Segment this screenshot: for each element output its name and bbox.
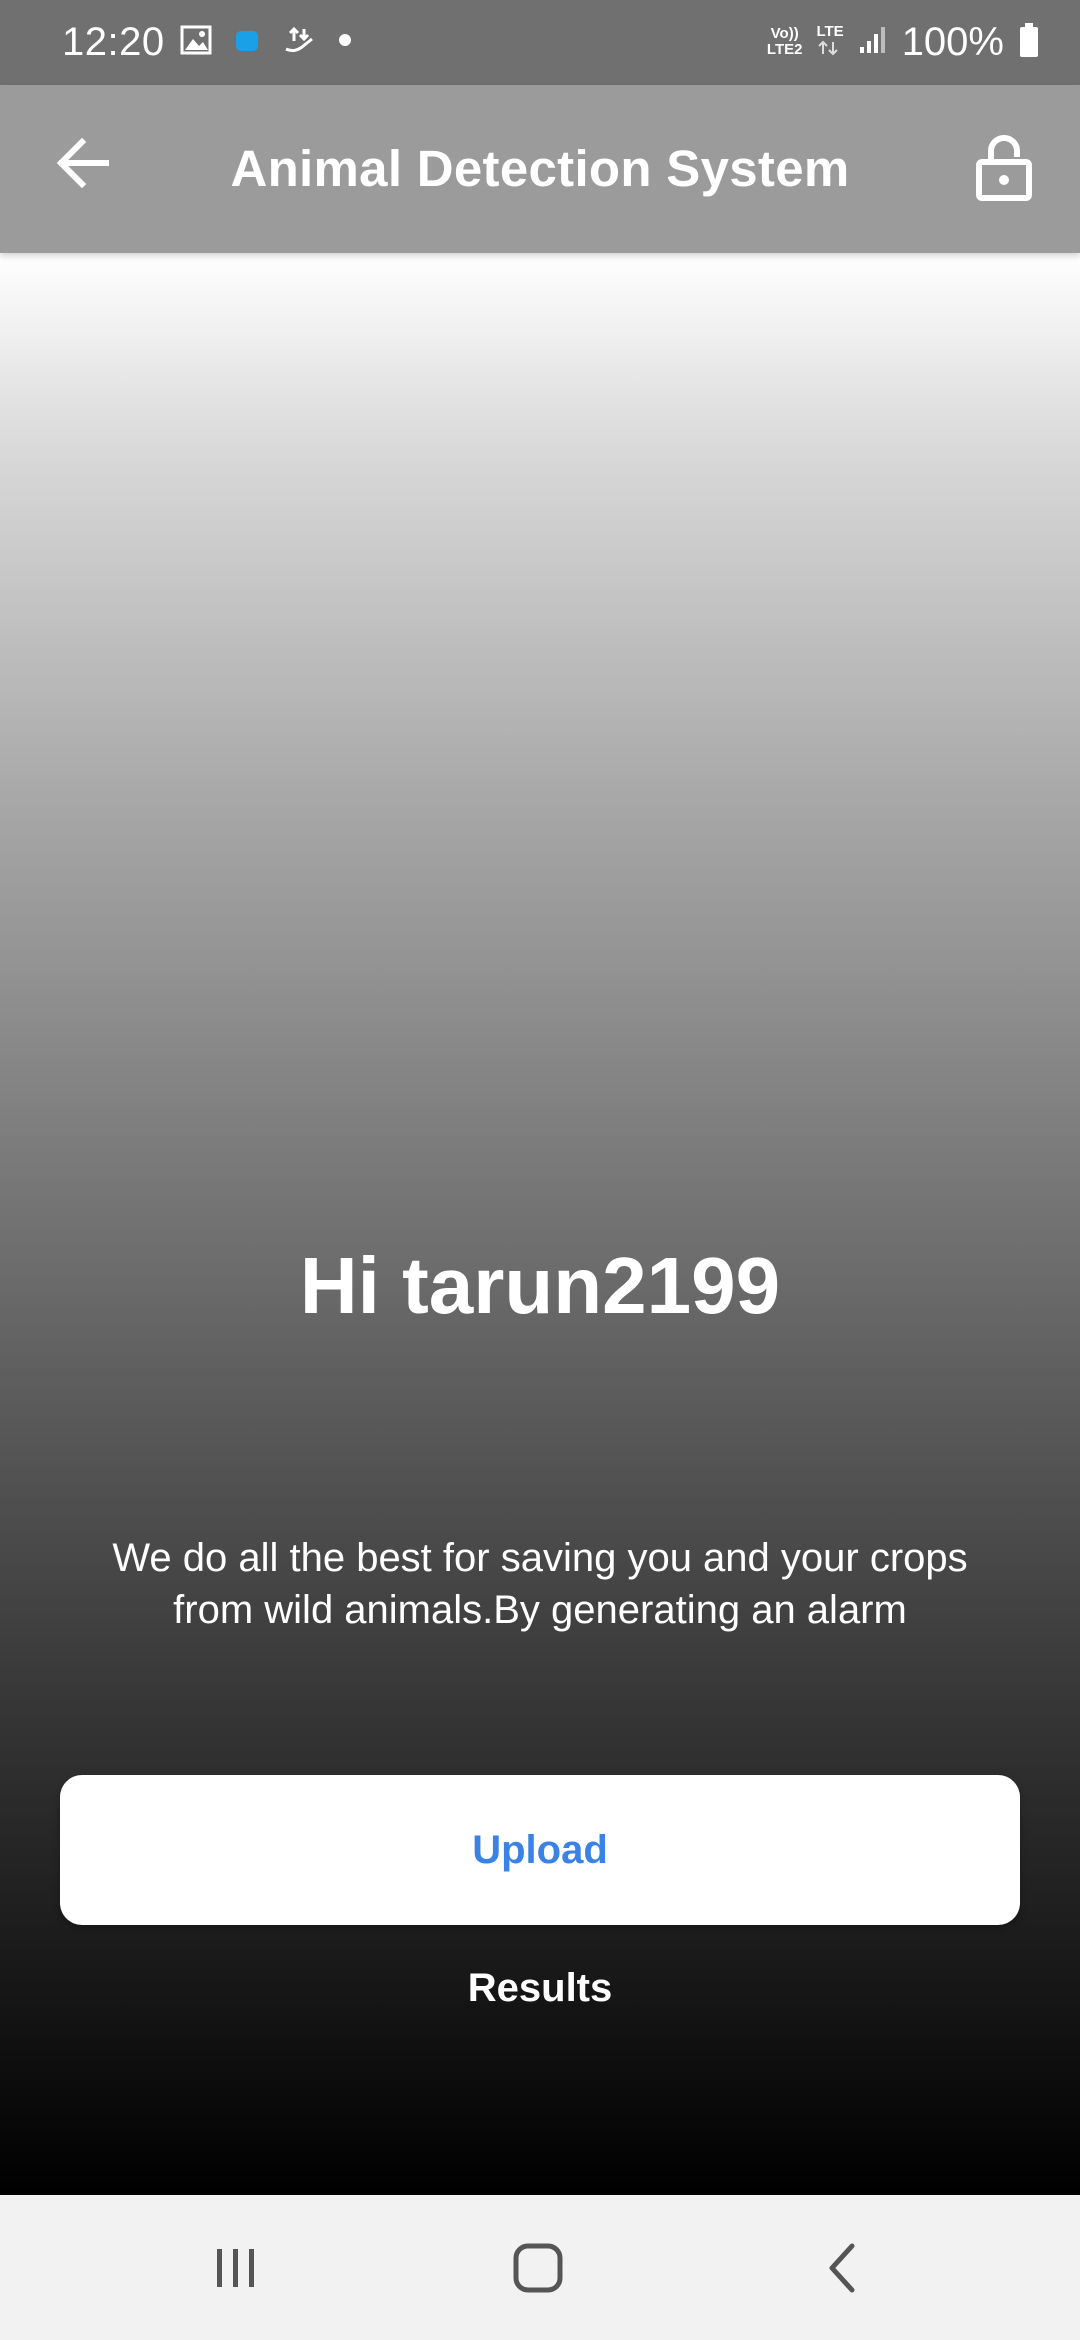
page-title: Animal Detection System xyxy=(230,140,850,197)
description-text: We do all the best for saving you and yo… xyxy=(60,1532,1020,1636)
volte-label-bottom: LTE2 xyxy=(766,41,803,58)
results-button[interactable]: Results xyxy=(340,1953,740,2023)
battery-percentage: 100% xyxy=(901,20,1004,64)
volte-label-top: Vo)) xyxy=(770,25,799,42)
lte-arrows-icon xyxy=(818,40,839,55)
navigation-bar xyxy=(0,2195,1080,2340)
lte-label: LTE xyxy=(816,22,844,40)
gallery-icon xyxy=(180,25,212,60)
recents-button[interactable] xyxy=(186,2223,286,2313)
main-content: Hi tarun2199 We do all the best for savi… xyxy=(0,253,1080,2195)
upload-button[interactable]: Upload xyxy=(60,1775,1020,1925)
home-icon xyxy=(513,2243,563,2293)
status-icons-left xyxy=(180,22,352,62)
recents-icon xyxy=(217,2249,254,2287)
status-bar: 12:20 Vo)) LTE2 LTE 100% xyxy=(0,0,1080,85)
greeting-heading: Hi tarun2199 xyxy=(299,1241,781,1330)
data-transfer-icon xyxy=(282,25,316,60)
app-bar: Animal Detection System xyxy=(0,85,1080,253)
status-icons-right: Vo)) LTE2 LTE 100% xyxy=(767,14,1040,70)
nav-back-icon xyxy=(829,2243,855,2293)
app-notification-icon xyxy=(234,27,260,58)
lte-indicator: LTE xyxy=(816,22,844,61)
volte-indicator: Vo)) LTE2 xyxy=(767,26,803,58)
lock-icon xyxy=(976,135,1032,201)
lock-button[interactable] xyxy=(962,123,1046,213)
status-time: 12:20 xyxy=(62,20,165,64)
signal-icon xyxy=(858,25,888,60)
home-button[interactable] xyxy=(488,2223,588,2313)
battery-icon xyxy=(1018,22,1040,63)
description-line-1: We do all the best for saving you and yo… xyxy=(112,1536,968,1580)
nav-back-button[interactable] xyxy=(792,2223,892,2313)
description-line-2: from wild animals.By generating an alarm xyxy=(173,1588,907,1632)
dot-icon xyxy=(338,33,352,52)
